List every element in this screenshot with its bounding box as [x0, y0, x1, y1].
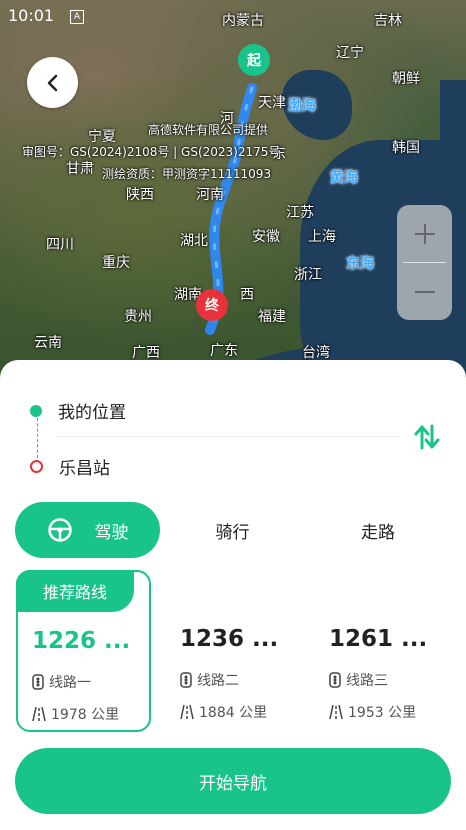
zoom-in-button[interactable]	[397, 205, 452, 262]
route-line	[205, 83, 257, 335]
destination-dot-icon	[30, 460, 43, 473]
map-label: 内蒙古	[222, 13, 264, 29]
map-label: 天津	[258, 95, 286, 111]
map-label: 重庆	[102, 255, 130, 271]
map-label: 上海	[308, 229, 336, 245]
map-label: 广西	[132, 345, 160, 361]
destination-row[interactable]: 乐昌站	[30, 454, 110, 479]
map-label: 吉林	[374, 13, 402, 29]
route-time: 1226 ...	[32, 628, 131, 654]
chevron-left-icon	[47, 74, 57, 91]
tab-drive[interactable]: 驾驶	[15, 502, 160, 558]
traffic-light-icon	[180, 672, 192, 688]
route-card[interactable]: 推荐路线 1226 ... 线路一 1978 公里	[16, 570, 151, 732]
route-distance: 1978 公里	[51, 707, 120, 723]
map-label: 韩国	[392, 140, 420, 156]
status-time: 10:01	[8, 6, 55, 25]
map-label: 黄海	[330, 170, 358, 186]
map-label: 东海	[346, 256, 374, 272]
start-marker: 起	[238, 44, 270, 76]
map-label: 陕西	[126, 187, 154, 203]
map-label: 浙江	[294, 267, 322, 283]
route-time: 1261 ...	[329, 626, 428, 652]
tab-drive-label: 驾驶	[94, 522, 129, 543]
map-label: 湖北	[180, 233, 208, 249]
tab-ride-label: 骑行	[215, 522, 250, 543]
route-distance: 1953 公里	[348, 705, 417, 721]
route-distance-row: 1953 公里	[329, 702, 416, 722]
map-label: 贵州	[124, 309, 152, 325]
map-copyright: 高德软件有限公司提供	[148, 123, 269, 137]
route-card[interactable]: 1236 ... 线路二 1884 公里	[166, 570, 301, 732]
start-navigation-button[interactable]: 开始导航	[15, 748, 451, 814]
route-name: 线路三	[346, 673, 388, 689]
map-copyright: 测绘资质：甲测资字11111093	[102, 167, 272, 181]
road-icon	[329, 704, 343, 720]
back-button[interactable]	[27, 57, 78, 108]
map-label: 福建	[258, 309, 286, 325]
zoom-control	[397, 205, 452, 320]
map-label: 朝鲜	[392, 71, 420, 87]
map-copyright: 审图号：GS(2024)2108号 | GS(2023)2175号	[22, 145, 281, 159]
route-time: 1236 ...	[180, 626, 279, 652]
location-divider	[57, 436, 402, 437]
plus-icon	[414, 223, 435, 244]
route-name-row: 线路一	[32, 672, 91, 692]
origin-row[interactable]: 我的位置	[30, 398, 126, 423]
recommended-tag: 推荐路线	[16, 570, 134, 612]
map-label: 安徽	[252, 229, 280, 245]
road-icon	[32, 706, 46, 722]
map-label: 云南	[34, 335, 62, 351]
map-label: 西	[240, 287, 254, 303]
map-view[interactable]: 10:01 A 内蒙古 吉林 辽宁 朝鲜 天津 渤海 河 宁夏 韩国 东 甘肃 …	[0, 0, 466, 380]
tab-walk-label: 走路	[361, 522, 395, 543]
status-indicator: A	[70, 10, 84, 24]
route-distance-row: 1884 公里	[180, 702, 267, 722]
start-navigation-label: 开始导航	[199, 773, 267, 794]
start-marker-label: 起	[247, 53, 261, 69]
location-connector	[37, 418, 38, 458]
map-label: 广东	[210, 343, 238, 359]
route-name-row: 线路三	[329, 670, 388, 690]
minus-icon	[414, 290, 435, 293]
map-label: 台湾	[302, 345, 330, 361]
route-distance-row: 1978 公里	[32, 704, 119, 724]
tab-ride[interactable]: 骑行	[160, 502, 305, 558]
origin-dot-icon	[30, 404, 42, 417]
map-label: 甘肃	[66, 161, 94, 177]
map-label: 渤海	[288, 98, 316, 114]
map-label: 四川	[46, 237, 74, 253]
swap-icon[interactable]	[412, 422, 442, 452]
tab-walk[interactable]: 走路	[305, 502, 451, 558]
traffic-light-icon	[32, 674, 44, 690]
route-distance: 1884 公里	[199, 705, 268, 721]
zoom-out-button[interactable]	[397, 263, 452, 320]
route-card[interactable]: 1261 ... 线路三 1953 公里	[315, 570, 450, 732]
end-marker: 终	[196, 289, 228, 321]
road-icon	[180, 704, 194, 720]
traffic-light-icon	[329, 672, 341, 688]
destination-text: 乐昌站	[59, 459, 110, 479]
route-name: 线路二	[197, 673, 239, 689]
map-label: 江苏	[286, 205, 314, 221]
map-label: 河南	[196, 187, 224, 203]
travel-mode-tabs: 驾驶 骑行 走路	[15, 502, 451, 558]
origin-text: 我的位置	[58, 403, 126, 423]
route-name: 线路一	[49, 675, 91, 691]
end-marker-label: 终	[205, 298, 219, 314]
steering-wheel-icon	[47, 518, 72, 542]
route-name-row: 线路二	[180, 670, 239, 690]
map-label: 辽宁	[336, 45, 364, 61]
